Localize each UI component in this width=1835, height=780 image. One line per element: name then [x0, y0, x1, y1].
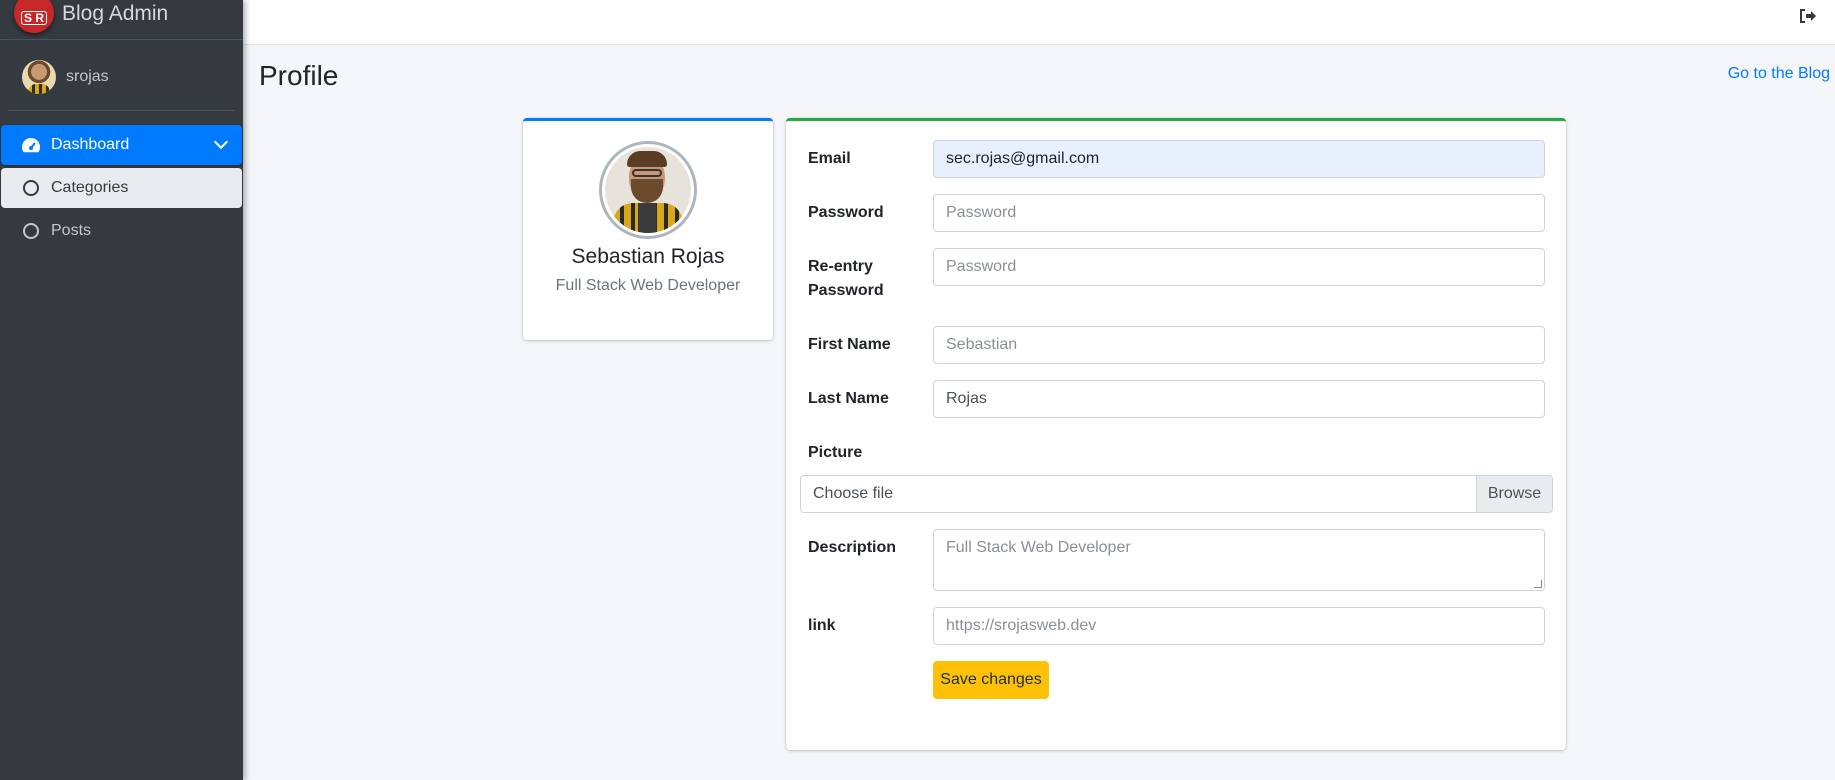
sidebar-item-dashboard[interactable]: Dashboard: [1, 125, 242, 165]
brand-logo: S R: [14, 0, 54, 33]
tachometer-icon: [21, 135, 41, 155]
user-avatar: [22, 60, 56, 94]
save-changes-button[interactable]: Save changes: [933, 661, 1049, 699]
reentry-label-line-1: Re-entry: [808, 258, 873, 275]
description-placeholder: Full Stack Web Developer: [946, 539, 1131, 556]
sidebar-item-label: Categories: [51, 179, 129, 196]
brand-logo-text: S R: [20, 10, 47, 25]
resize-handle-icon[interactable]: [1534, 580, 1542, 588]
reentry-label-line-2: Password: [808, 282, 884, 299]
user-panel[interactable]: srojas: [8, 40, 235, 111]
password-label: Password: [808, 204, 884, 221]
link-label: link: [808, 617, 836, 634]
last-name-label: Last Name: [808, 390, 889, 407]
sidebar-item-label: Dashboard: [51, 136, 130, 153]
circle-icon: [21, 178, 41, 198]
picture-file-input[interactable]: Choose file Browse: [800, 475, 1553, 513]
password-field[interactable]: Password: [933, 194, 1545, 232]
picture-label: Picture: [808, 444, 863, 461]
file-input-text: Choose file: [813, 485, 894, 502]
profile-picture: [599, 141, 697, 239]
first-name-field[interactable]: Sebastian: [933, 326, 1545, 364]
top-navbar: [243, 0, 1835, 45]
reentry-password-label: Re-entry Password: [808, 255, 884, 303]
sidebar-item-label: Posts: [51, 222, 92, 239]
description-textarea[interactable]: Full Stack Web Developer: [933, 529, 1545, 591]
profile-card: Sebastian Rojas Full Stack Web Developer: [523, 118, 773, 340]
email-field[interactable]: sec.rojas@gmail.com: [933, 140, 1545, 178]
brand-title: Blog Admin: [62, 1, 169, 25]
first-name-label: First Name: [808, 336, 891, 353]
link-field[interactable]: https://srojasweb.dev: [933, 607, 1545, 645]
email-label: Email: [808, 150, 851, 167]
sidebar: S R Blog Admin srojas Dashboard Categori…: [0, 0, 243, 780]
description-label: Description: [808, 539, 897, 556]
profile-role: Full Stack Web Developer: [555, 277, 741, 294]
circle-icon: [21, 221, 41, 241]
go-to-blog-link[interactable]: Go to the Blog: [1728, 65, 1830, 83]
brand[interactable]: S R Blog Admin: [0, 0, 243, 40]
user-name[interactable]: srojas: [66, 68, 109, 86]
profile-form: Email sec.rojas@gmail.com Password Passw…: [786, 118, 1566, 750]
last-name-field[interactable]: Rojas: [933, 380, 1545, 418]
sign-out-icon[interactable]: [1799, 9, 1817, 23]
sidebar-nav: Dashboard Categories Posts: [0, 111, 243, 251]
page-title: Profile: [259, 60, 339, 91]
profile-name: Sebastian Rojas: [571, 245, 725, 268]
chevron-down-icon: [213, 134, 229, 150]
sidebar-item-categories[interactable]: Categories: [1, 168, 242, 208]
reentry-password-field[interactable]: Password: [933, 248, 1545, 286]
sidebar-item-posts[interactable]: Posts: [1, 211, 242, 251]
browse-button[interactable]: Browse: [1476, 476, 1552, 512]
